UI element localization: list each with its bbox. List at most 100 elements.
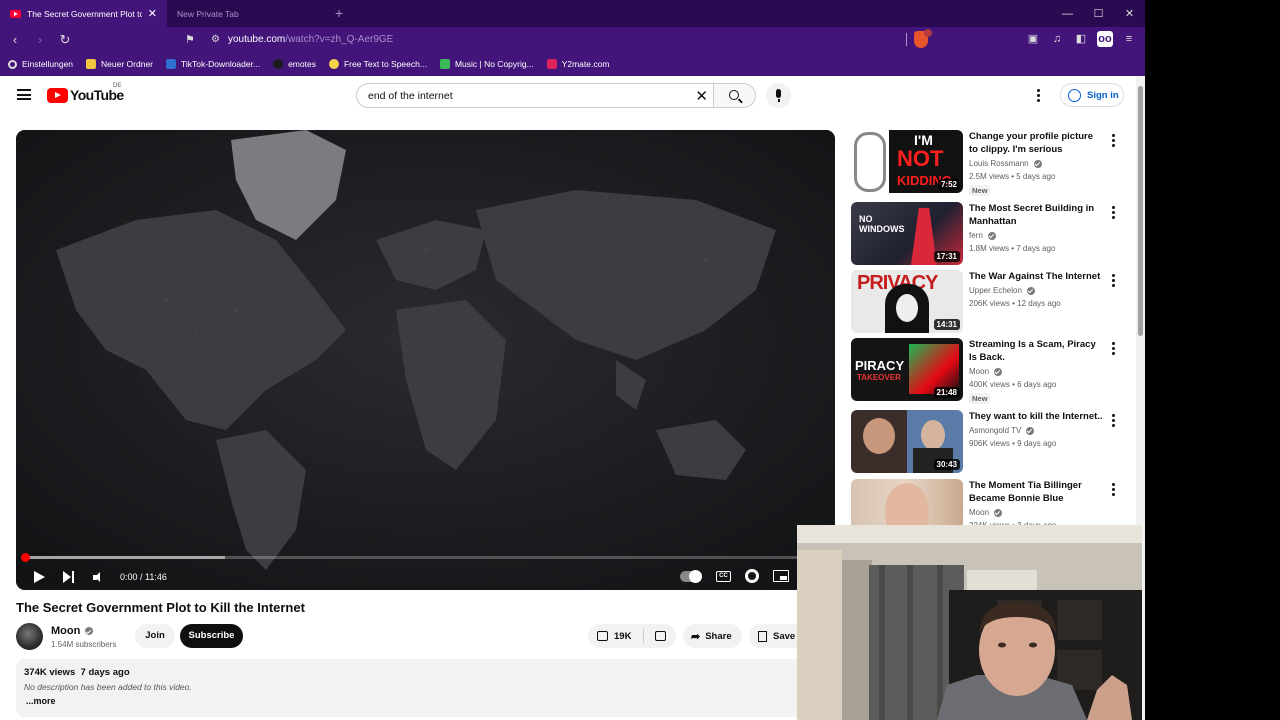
site-settings-icon[interactable]: ⚙ (211, 34, 220, 45)
subscribe-button[interactable]: Subscribe (180, 624, 243, 648)
address-bar[interactable]: ⚑ ⚙ youtube.com/watch?v=zh_Q-Aer9GE (185, 30, 907, 49)
video-player[interactable]: 0:00 / 11:46 CC (16, 130, 835, 590)
recommendation-item[interactable]: PRIVACY 14:31 The War Against The Intern… (851, 270, 1131, 334)
clear-search-icon[interactable]: ✕ (695, 87, 708, 105)
search-bar: end of the internet ✕ (356, 83, 756, 108)
save-bookmark-icon (758, 630, 767, 642)
bookmark-icon[interactable]: ⚑ (185, 33, 199, 46)
guide-menu-icon[interactable] (17, 89, 31, 100)
window-controls: — ☐ ✕ (1052, 0, 1145, 27)
maximize-icon[interactable]: ☐ (1083, 7, 1114, 20)
rec-views: 906K views • 9 days ago (969, 439, 1057, 448)
close-window-icon[interactable]: ✕ (1114, 7, 1145, 20)
subscriber-count: 1.54M subscribers (51, 640, 117, 649)
recommendation-item[interactable]: I'M NOT KIDDING 7:52 Change your profile… (851, 130, 1131, 196)
thumbs-up-icon (597, 631, 608, 641)
miniplayer-icon[interactable] (773, 570, 789, 582)
play-icon[interactable] (34, 571, 45, 583)
rec-channel: Moon (969, 367, 1003, 376)
autoplay-toggle[interactable] (680, 569, 702, 583)
tts-icon (328, 59, 339, 69)
clippy-graphic (854, 132, 886, 192)
duration-badge: 17:31 (933, 251, 960, 262)
media-icon[interactable]: ▣ (1025, 31, 1041, 47)
bookmark-tts[interactable]: Free Text to Speech... (328, 59, 427, 69)
rec-channel: Upper Echelon (969, 286, 1035, 295)
hamburger-menu-icon[interactable]: ≡ (1121, 31, 1137, 47)
tab-new-private[interactable]: New Private Tab (167, 0, 327, 27)
join-button[interactable]: Join (135, 624, 175, 648)
forward-icon[interactable]: › (30, 32, 50, 47)
tab-close-icon[interactable]: ✕ (148, 7, 157, 20)
thumb-streamer (863, 418, 895, 454)
youtube-logo[interactable]: YouTube DE (47, 83, 124, 103)
bookmark-einstellungen[interactable]: Einstellungen (8, 59, 73, 69)
channel-avatar[interactable] (16, 623, 43, 650)
scrollbar-thumb[interactable] (1138, 86, 1143, 336)
music-icon (439, 59, 450, 69)
thumb-mask (896, 294, 918, 322)
rec-kebab-icon[interactable] (1112, 483, 1115, 498)
tab-strip: The Secret Government Plot to Ki ✕ New P… (0, 0, 1145, 27)
seek-handle[interactable] (21, 553, 30, 562)
bookmark-neuer-ordner[interactable]: Neuer Ordner (86, 59, 153, 69)
url-divider (906, 33, 907, 46)
player-controls: 0:00 / 11:46 CC (16, 564, 835, 590)
rec-views: 206K views • 12 days ago (969, 299, 1061, 308)
sidebar-icon[interactable]: ◧ (1073, 31, 1089, 47)
duration-badge: 30:43 (933, 459, 960, 470)
rec-kebab-icon[interactable] (1112, 274, 1115, 289)
back-icon[interactable]: ‹ (5, 32, 25, 47)
rec-kebab-icon[interactable] (1112, 206, 1115, 221)
rec-kebab-icon[interactable] (1112, 414, 1115, 429)
tab-youtube[interactable]: The Secret Government Plot to Ki ✕ (0, 0, 167, 27)
description-box[interactable]: 374K views 7 days ago No description has… (16, 659, 835, 717)
recommendation-item[interactable]: NO WINDOWS 17:31 The Most Secret Buildin… (851, 202, 1131, 266)
new-tab-plus-icon[interactable]: + (335, 0, 343, 27)
duration-badge: 14:31 (933, 319, 960, 330)
recommendation-item[interactable]: 30:43 They want to kill the Internet.. A… (851, 410, 1131, 474)
bookmark-emotes[interactable]: emotes (273, 59, 316, 69)
verified-icon (994, 508, 1003, 517)
new-badge: New (969, 393, 991, 404)
next-icon[interactable] (63, 571, 75, 583)
time-display: 0:00 / 11:46 (120, 572, 167, 582)
rec-views: 400K views • 6 days ago (969, 380, 1057, 389)
recommendation-item[interactable]: PIRACY TAKEOVER 21:48 Streaming Is a Sca… (851, 338, 1131, 404)
settings-kebab-icon[interactable] (1037, 89, 1041, 104)
verified-icon (1033, 159, 1042, 168)
search-input[interactable]: end of the internet ✕ (356, 83, 714, 108)
volume-icon[interactable] (93, 571, 104, 583)
subtitles-icon[interactable]: CC (716, 570, 731, 582)
brave-shields-icon[interactable] (914, 29, 932, 48)
video-thumbnail: I'M NOT KIDDING 7:52 (851, 130, 963, 193)
music-note-icon[interactable]: ♫ (1049, 31, 1065, 47)
video-thumbnail: PIRACY TAKEOVER 21:48 (851, 338, 963, 401)
account-icon (1068, 88, 1081, 102)
screen: The Secret Government Plot to Ki ✕ New P… (0, 0, 1280, 720)
seek-bar[interactable] (21, 553, 827, 562)
settings-gear-icon[interactable] (745, 569, 759, 583)
rec-channel: fern (969, 231, 996, 240)
thumb-speaker (921, 420, 945, 450)
rec-kebab-icon[interactable] (1112, 134, 1115, 149)
bookmark-y2mate[interactable]: Y2mate.com (546, 59, 609, 69)
voice-search-icon[interactable] (766, 83, 791, 108)
dislike-button[interactable] (644, 631, 676, 641)
rec-channel: Asmongold TV (969, 426, 1035, 435)
private-window-icon[interactable]: oo (1097, 31, 1113, 47)
video-thumbnail: 30:43 (851, 410, 963, 473)
share-button[interactable]: ➦ Share (683, 624, 742, 648)
sign-in-button[interactable]: Sign in (1060, 83, 1124, 107)
rec-title: The Most Secret Building in Manhattan (969, 203, 1095, 227)
bookmark-tiktok[interactable]: TikTok-Downloader... (166, 59, 260, 69)
youtube-favicon-icon (10, 9, 21, 18)
show-more-link[interactable]: ...more (26, 696, 827, 706)
reload-icon[interactable]: ↻ (55, 32, 75, 48)
search-button[interactable] (714, 83, 756, 108)
rec-kebab-icon[interactable] (1112, 342, 1115, 357)
bookmark-music[interactable]: Music | No Copyrig... (439, 59, 534, 69)
minimize-icon[interactable]: — (1052, 8, 1083, 20)
channel-name[interactable]: Moon (51, 625, 94, 637)
like-button[interactable]: 19K (588, 631, 643, 642)
